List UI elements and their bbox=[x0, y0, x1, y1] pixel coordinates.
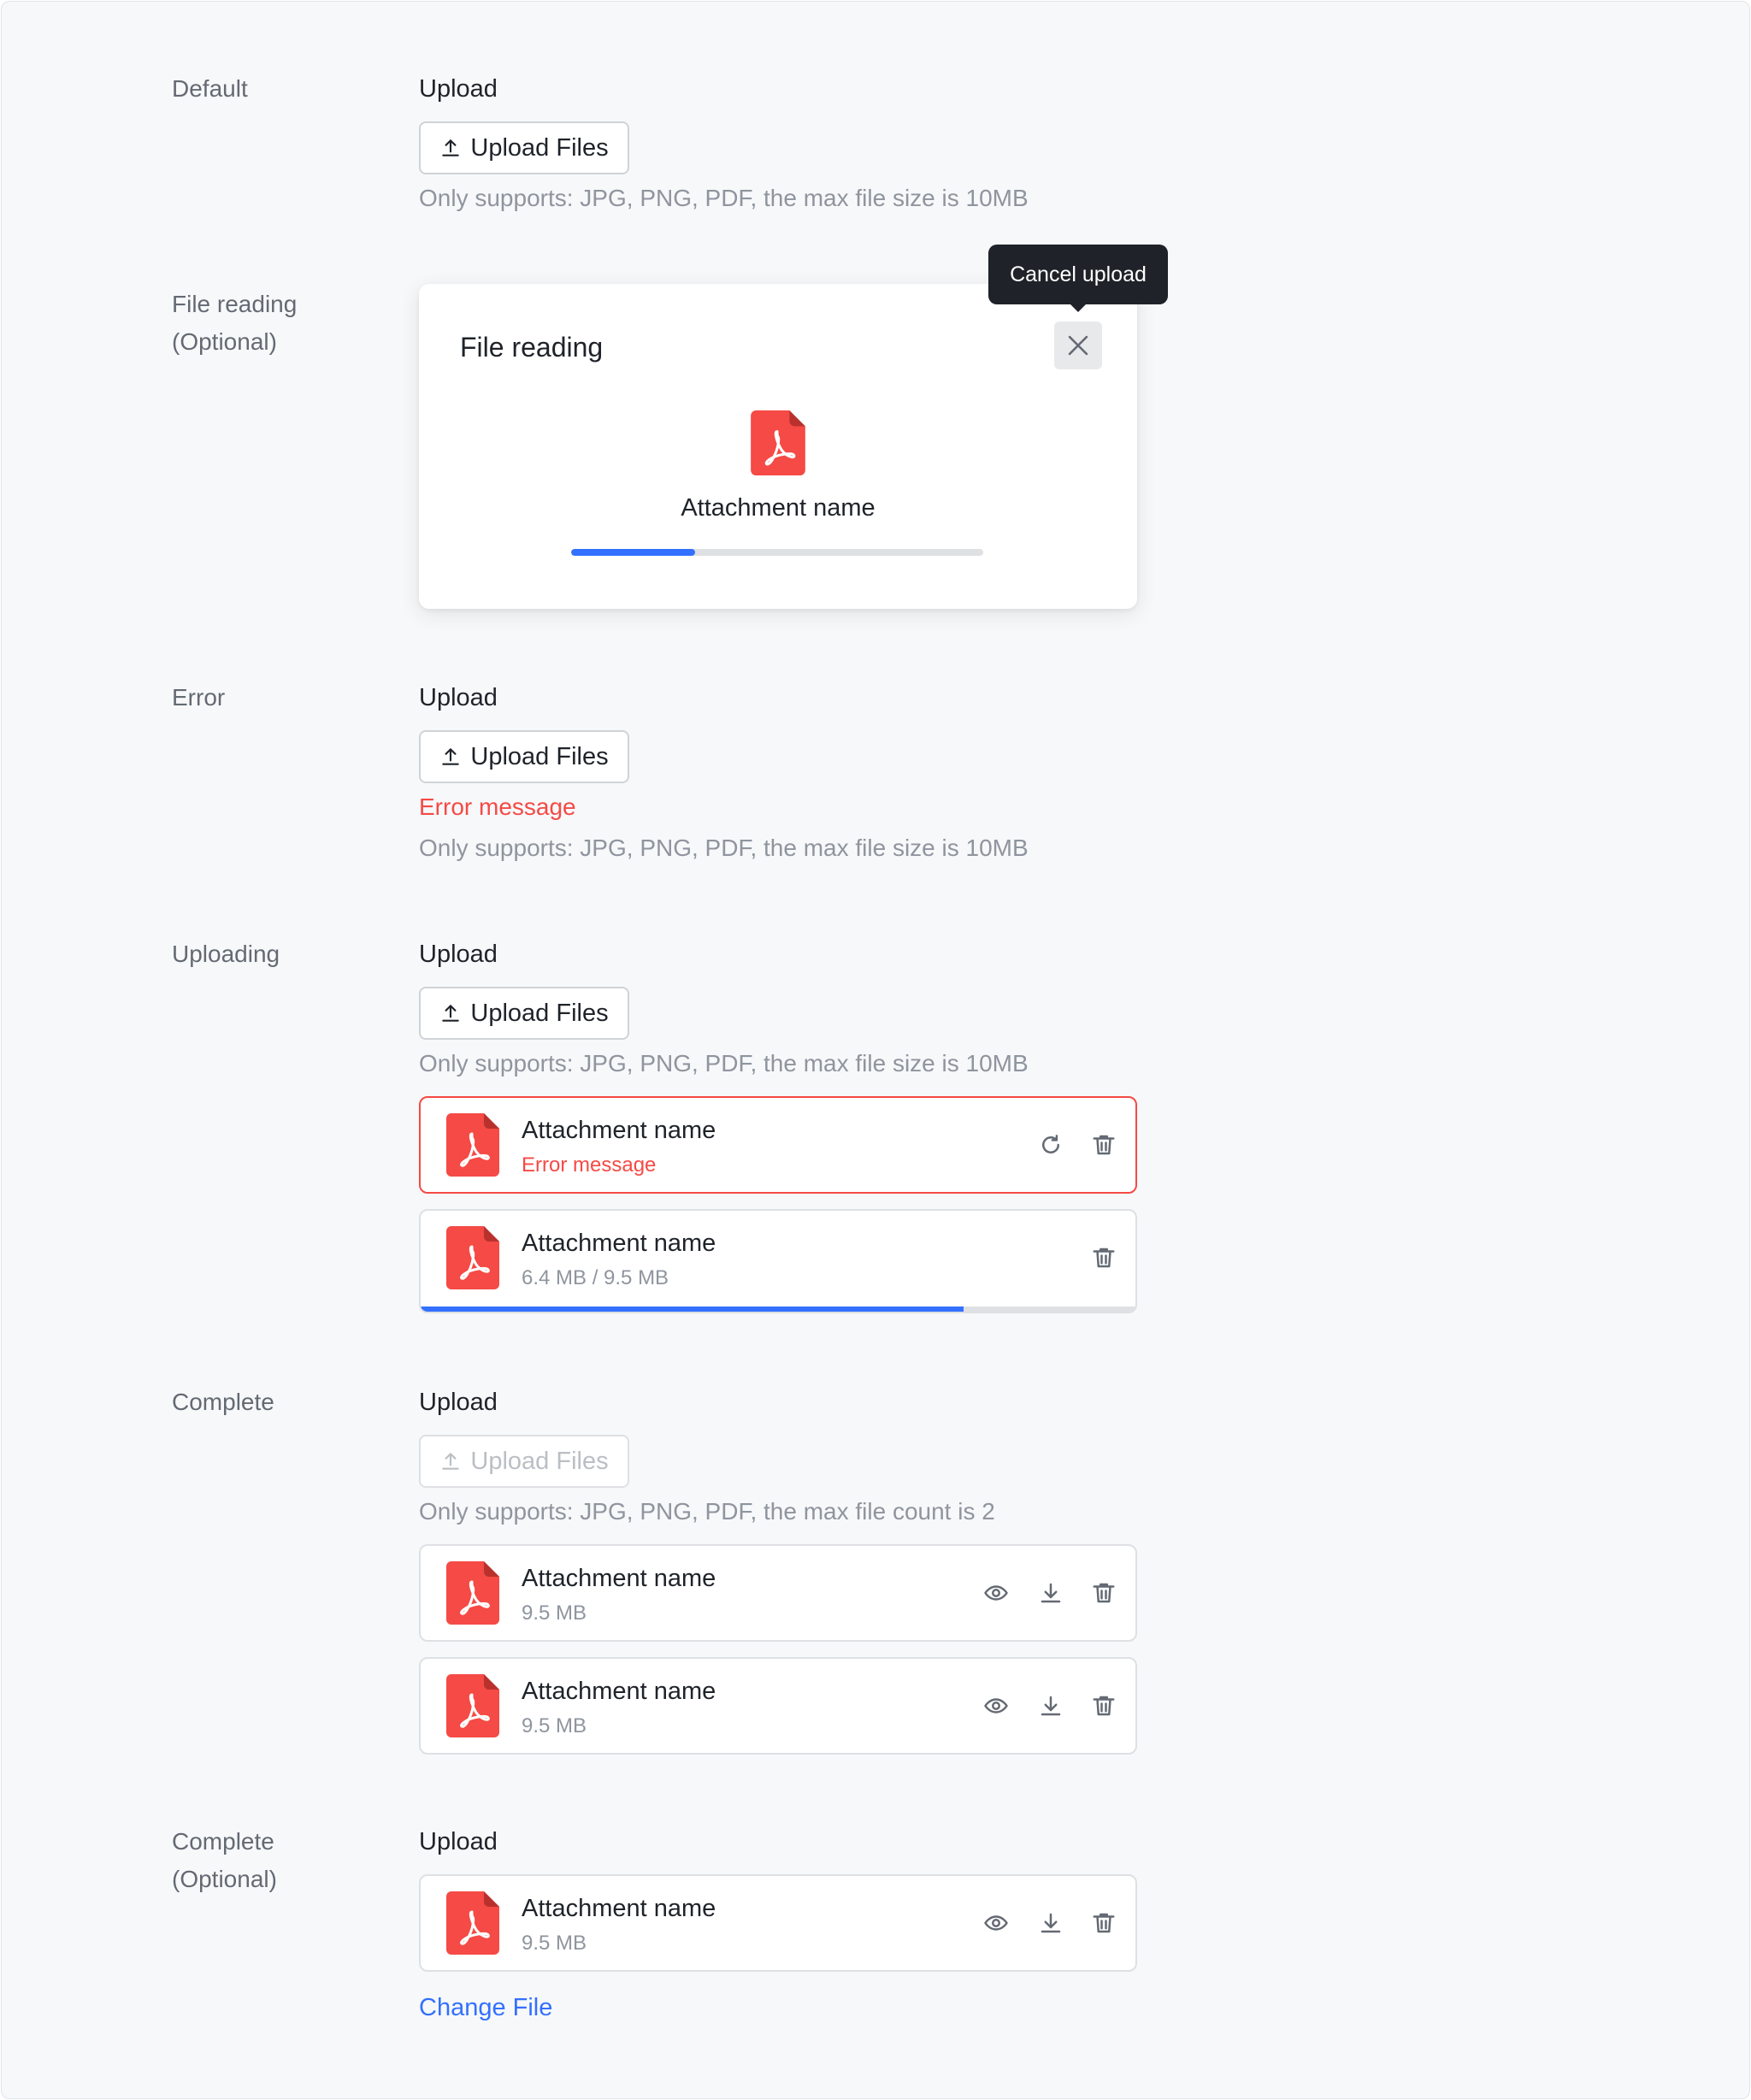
preview-icon bbox=[983, 1910, 1009, 1936]
download-button[interactable] bbox=[1035, 1690, 1067, 1722]
pdf-file-icon bbox=[751, 410, 805, 475]
file-reading-dialog: File reading Attachment name bbox=[419, 284, 1137, 609]
delete-icon bbox=[1091, 1245, 1117, 1271]
download-icon bbox=[1038, 1910, 1064, 1936]
field-label-upload: Upload bbox=[419, 1828, 498, 1855]
upload-files-button[interactable]: Upload Files bbox=[419, 730, 629, 783]
pdf-file-icon bbox=[446, 1113, 499, 1177]
retry-button[interactable] bbox=[1035, 1129, 1067, 1161]
change-file-link[interactable]: Change File bbox=[419, 1991, 552, 2025]
delete-button[interactable] bbox=[1088, 1129, 1120, 1161]
dialog-title: File reading bbox=[460, 332, 604, 363]
upload-hint: Only supports: JPG, PNG, PDF, the max fi… bbox=[419, 1050, 1029, 1077]
download-icon bbox=[1038, 1693, 1064, 1719]
upload-files-button-disabled: Upload Files bbox=[419, 1435, 629, 1488]
attachment-name: Attachment name bbox=[522, 1117, 716, 1144]
attachment-name: Attachment name bbox=[681, 494, 876, 522]
cancel-upload-tooltip: Cancel upload bbox=[988, 245, 1168, 312]
row-label-complete-optional: Complete (Optional) bbox=[172, 1828, 277, 1892]
reading-progress-fill bbox=[571, 549, 695, 556]
download-button[interactable] bbox=[1035, 1577, 1067, 1609]
upload-files-button-label: Upload Files bbox=[470, 742, 609, 770]
upload-progress-fill bbox=[421, 1307, 964, 1312]
upload-files-button-label: Upload Files bbox=[470, 133, 609, 162]
upload-files-button-label: Upload Files bbox=[470, 1447, 609, 1475]
download-button[interactable] bbox=[1035, 1907, 1067, 1939]
reading-progress-bar bbox=[571, 549, 983, 556]
download-icon bbox=[1038, 1580, 1064, 1606]
upload-icon bbox=[439, 137, 462, 159]
upload-icon bbox=[439, 1002, 462, 1024]
file-size: 9.5 MB bbox=[522, 1932, 587, 1955]
delete-icon bbox=[1091, 1132, 1117, 1158]
pdf-file-icon bbox=[446, 1674, 499, 1737]
upload-states-panel: Default Upload Upload Files Only support… bbox=[1, 1, 1750, 2099]
file-item-complete: Attachment name 9.5 MB bbox=[419, 1544, 1137, 1642]
delete-icon bbox=[1091, 1910, 1117, 1936]
pdf-file-icon bbox=[446, 1891, 499, 1955]
field-label-upload: Upload bbox=[419, 1389, 498, 1416]
pdf-file-icon bbox=[446, 1226, 499, 1289]
retry-icon bbox=[1038, 1132, 1064, 1158]
upload-files-button[interactable]: Upload Files bbox=[419, 987, 629, 1040]
preview-icon bbox=[983, 1580, 1009, 1606]
upload-icon bbox=[439, 1450, 462, 1472]
file-item-complete: Attachment name 9.5 MB bbox=[419, 1874, 1137, 1972]
row-label-default: Default bbox=[172, 75, 248, 102]
attachment-name: Attachment name bbox=[522, 1230, 716, 1257]
attachment-name: Attachment name bbox=[522, 1895, 716, 1922]
file-item-complete: Attachment name 9.5 MB bbox=[419, 1657, 1137, 1755]
upload-icon bbox=[439, 746, 462, 768]
upload-hint: Only supports: JPG, PNG, PDF, the max fi… bbox=[419, 185, 1029, 211]
close-icon bbox=[1064, 331, 1093, 360]
upload-files-button-label: Upload Files bbox=[470, 999, 609, 1027]
upload-progress-bar bbox=[421, 1307, 1135, 1312]
file-error-message: Error message bbox=[522, 1153, 657, 1177]
field-label-upload: Upload bbox=[419, 684, 498, 711]
row-label-uploading: Uploading bbox=[172, 941, 280, 967]
delete-icon bbox=[1091, 1693, 1117, 1719]
row-label-file-reading: File reading (Optional) bbox=[172, 291, 298, 355]
delete-button[interactable] bbox=[1088, 1242, 1120, 1274]
attachment-name: Attachment name bbox=[522, 1565, 716, 1592]
upload-files-button[interactable]: Upload Files bbox=[419, 121, 629, 174]
field-label-upload: Upload bbox=[419, 75, 498, 103]
delete-button[interactable] bbox=[1088, 1907, 1120, 1939]
attachment-name: Attachment name bbox=[522, 1678, 716, 1705]
preview-button[interactable] bbox=[980, 1690, 1012, 1722]
delete-button[interactable] bbox=[1088, 1577, 1120, 1609]
upload-hint: Only supports: JPG, PNG, PDF, the max fi… bbox=[419, 1498, 995, 1525]
row-label-complete: Complete bbox=[172, 1389, 274, 1415]
delete-icon bbox=[1091, 1580, 1117, 1606]
field-label-upload: Upload bbox=[419, 941, 498, 968]
row-label-error: Error bbox=[172, 684, 226, 711]
file-size: 9.5 MB bbox=[522, 1602, 587, 1625]
preview-button[interactable] bbox=[980, 1577, 1012, 1609]
file-item-uploading: Attachment name 6.4 MB / 9.5 MB bbox=[419, 1209, 1137, 1313]
file-size: 9.5 MB bbox=[522, 1714, 587, 1737]
preview-icon bbox=[983, 1693, 1009, 1719]
preview-button[interactable] bbox=[980, 1907, 1012, 1939]
delete-button[interactable] bbox=[1088, 1690, 1120, 1722]
upload-hint: Only supports: JPG, PNG, PDF, the max fi… bbox=[419, 835, 1029, 861]
error-message: Error message bbox=[419, 793, 576, 820]
pdf-file-icon bbox=[446, 1561, 499, 1625]
cancel-upload-button[interactable] bbox=[1054, 321, 1102, 369]
file-item-error: Attachment name Error message bbox=[419, 1096, 1137, 1194]
file-size-progress: 6.4 MB / 9.5 MB bbox=[522, 1266, 669, 1289]
